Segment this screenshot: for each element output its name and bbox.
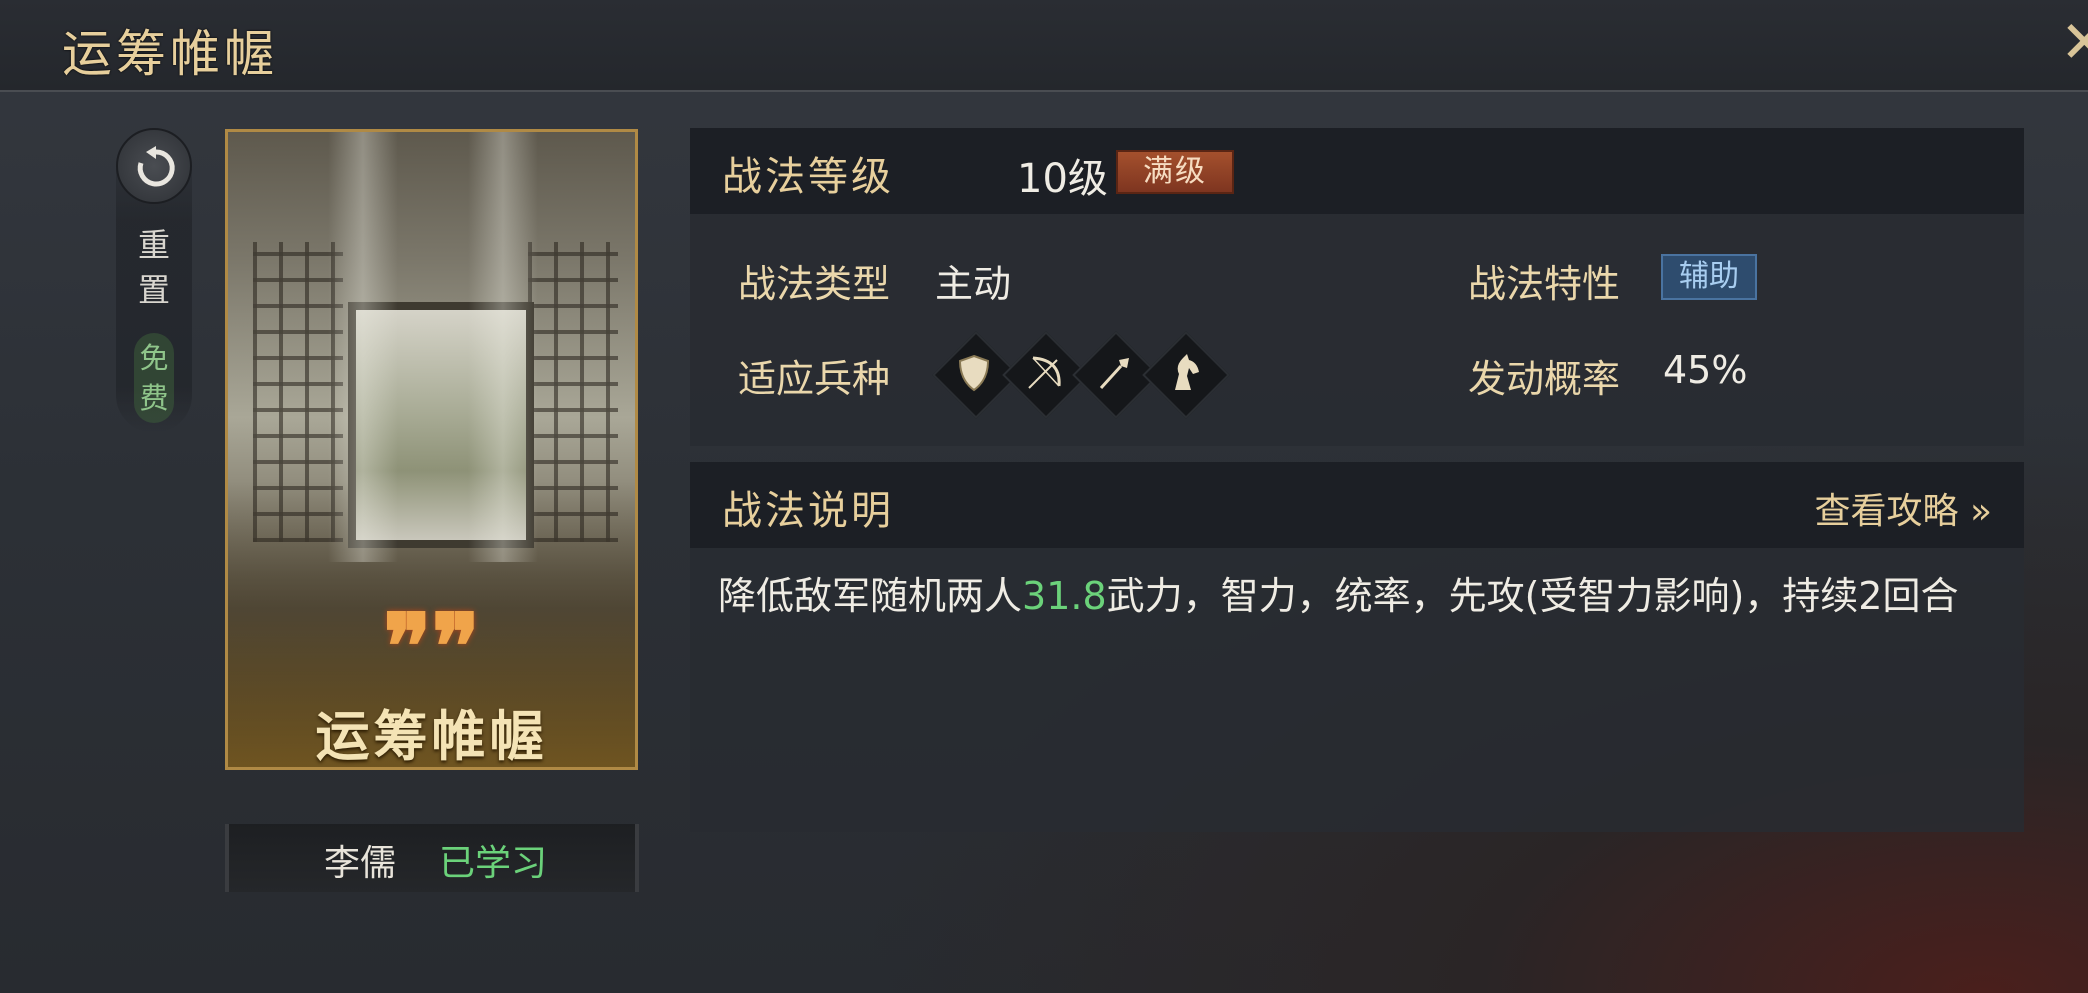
description-header: 战法说明 查看攻略 » — [690, 462, 2024, 548]
free-label-1: 免 — [139, 341, 169, 375]
free-badge: 免 费 — [134, 333, 174, 423]
description-text-before: 降低敌军随机两人 — [718, 574, 1023, 618]
description-text-after: 武力，智力，统率，先攻(受智力影响)，持续2回合 — [1106, 574, 1959, 618]
horse-icon — [1175, 354, 1199, 390]
description-panel: 战法说明 查看攻略 » 降低敌军随机两人31.8武力，智力，统率，先攻(受智力影… — [690, 462, 2024, 832]
title-bar: 运筹帷幄 ✕ — [0, 0, 2088, 92]
reset-label-2: 置 — [137, 271, 170, 309]
card-art-curtain — [328, 132, 398, 562]
reset-button[interactable]: 重 置 免 费 — [116, 128, 192, 433]
trait-badge: 辅助 — [1661, 254, 1757, 300]
units-label: 适应兵种 — [738, 357, 891, 401]
max-level-badge: 满级 — [1116, 150, 1234, 194]
card-name: 运筹帷幄 — [315, 704, 548, 768]
card-art-lattice-right — [528, 242, 618, 542]
view-guide-link[interactable]: 查看攻略 » — [1815, 482, 1992, 534]
chance-value: 45% — [1663, 348, 1748, 392]
card-art-curtain — [468, 132, 538, 562]
quote-icon: ❞❞ — [383, 594, 480, 700]
level-panel: 战法等级 10级 满级 战法类型 主动 战法特性 辅助 适应兵种 发动概率 45… — [690, 128, 2024, 446]
level-value: 10级 — [1017, 156, 1108, 202]
shield-icon — [958, 354, 990, 392]
free-label-2: 费 — [139, 381, 169, 415]
chance-label: 发动概率 — [1468, 357, 1621, 401]
description-title: 战法说明 — [722, 488, 894, 534]
level-header: 战法等级 10级 满级 — [690, 128, 2024, 214]
description-value-highlight: 31.8 — [1022, 574, 1107, 618]
learned-status: 已学习 — [439, 843, 548, 884]
spear-icon — [1099, 358, 1129, 390]
owner-bar: 李儒 已学习 — [225, 824, 639, 892]
window-title: 运筹帷幄 — [62, 25, 278, 83]
level-title: 战法等级 — [722, 154, 894, 200]
type-value: 主动 — [935, 262, 1012, 306]
trait-label: 战法特性 — [1468, 262, 1621, 306]
general-name: 李儒 — [324, 843, 397, 884]
description-text: 降低敌军随机两人31.8武力，智力，统率，先攻(受智力影响)，持续2回合 — [718, 572, 1998, 620]
reset-label-1: 重 — [137, 226, 170, 264]
type-label: 战法类型 — [738, 262, 891, 306]
tactic-card: ❞❞ 运筹帷幄 — [225, 129, 638, 770]
reset-icon[interactable] — [116, 128, 192, 204]
close-icon[interactable]: ✕ — [2060, 12, 2088, 72]
bow-icon — [1028, 356, 1061, 389]
